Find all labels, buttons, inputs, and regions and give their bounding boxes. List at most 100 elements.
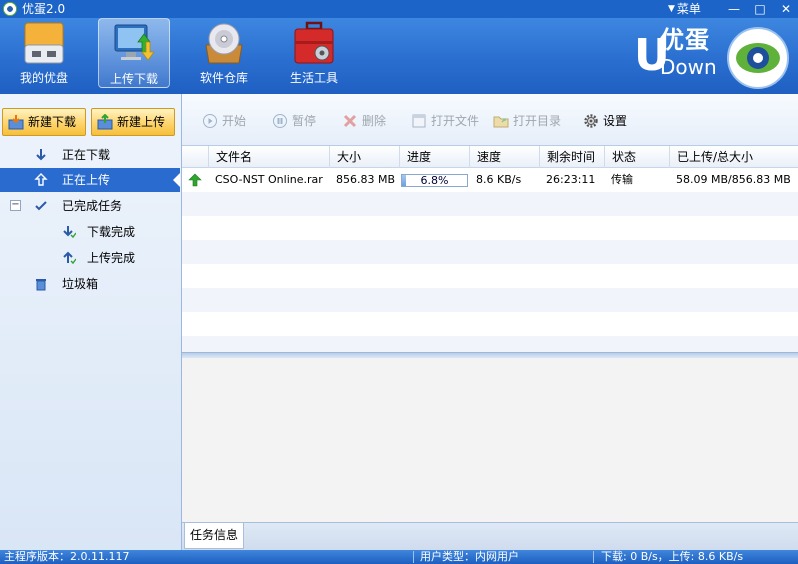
table-header: 文件名 大小 进度 速度 剩余时间 状态 已上传/总大小 — [182, 146, 798, 168]
window-title: 优蛋2.0 — [22, 2, 66, 16]
brand-eye-icon — [727, 27, 789, 89]
task-detail-panel — [182, 358, 798, 522]
nav-label: 我的优盘 — [19, 71, 68, 85]
sidebar-item-downloading[interactable]: 正在下载 — [0, 143, 180, 167]
sidebar-item-label: 已完成任务 — [62, 199, 123, 213]
cell-filename: CSO-NST Online.rar — [215, 173, 323, 186]
delete-label: 删除 — [362, 114, 387, 128]
column-header-status[interactable]: 状态 — [604, 146, 669, 168]
progress-bar: 6.8% — [401, 174, 468, 187]
sidebar-item-label: 上传完成 — [87, 251, 136, 265]
play-icon — [203, 114, 217, 128]
new-upload-label: 新建上传 — [117, 115, 166, 129]
task-table: 文件名 大小 进度 速度 剩余时间 状态 已上传/总大小 CSO-NST Onl… — [182, 146, 798, 352]
column-header-progress[interactable]: 进度 — [399, 146, 469, 168]
open-directory-button[interactable]: 打开目录 — [493, 112, 561, 130]
start-label: 开始 — [222, 114, 247, 128]
new-upload-button[interactable]: 新建上传 — [91, 108, 175, 136]
delete-button[interactable]: 删除 — [342, 112, 386, 130]
status-bar: 主程序版本：2.0.11.117 用户类型：内网用户 下载: 0 B/s，上传:… — [0, 550, 798, 564]
maximize-button[interactable]: □ — [752, 1, 768, 17]
settings-label: 设置 — [603, 114, 628, 128]
pause-label: 暂停 — [292, 114, 317, 128]
nav-software-store[interactable]: 软件仓库 — [188, 18, 260, 88]
empty-row — [182, 336, 798, 352]
status-speeds: 下载: 0 B/s，上传: 8.6 KB/s — [601, 550, 744, 563]
cell-status: 传输 — [611, 173, 633, 186]
arrow-up-icon — [34, 173, 48, 186]
sidebar-item-completed[interactable]: − 已完成任务 — [0, 194, 180, 218]
brand-name: 优蛋 — [660, 26, 710, 54]
toolbox-icon — [294, 21, 334, 64]
start-button[interactable]: 开始 — [202, 112, 246, 130]
empty-row — [182, 312, 798, 336]
download-done-icon — [63, 226, 76, 239]
file-icon — [412, 114, 426, 128]
bottom-tab-bar: 任务信息 — [182, 522, 798, 550]
tab-task-info[interactable]: 任务信息 — [184, 523, 244, 549]
main-nav-bar: 我的优盘 上传下载 软件仓库 生活工具 U 优蛋 Down — [0, 18, 798, 94]
column-header-speed[interactable]: 速度 — [469, 146, 539, 168]
brand-subtitle: Down — [660, 55, 717, 79]
title-bar: 优蛋2.0 ▼ 菜单 — □ ✕ — [0, 0, 798, 18]
status-version: 主程序版本：2.0.11.117 — [4, 550, 130, 563]
status-divider — [593, 551, 594, 563]
disc-box-icon — [205, 23, 243, 64]
close-button[interactable]: ✕ — [778, 1, 794, 17]
sidebar-item-trash[interactable]: 垃圾箱 — [0, 272, 180, 296]
pause-icon — [273, 114, 287, 128]
menu-chevron-icon: ▼ — [668, 4, 675, 14]
empty-row — [182, 192, 798, 216]
new-download-label: 新建下载 — [28, 115, 77, 129]
usb-disk-icon — [24, 22, 64, 64]
nav-my-disk[interactable]: 我的优盘 — [8, 18, 80, 88]
nav-label: 上传下载 — [109, 72, 158, 86]
left-sidebar: 新建下载 新建上传 正在下载 正在上传 − 已完成任务 下载完成 上传完成 垃圾… — [0, 94, 182, 550]
empty-row — [182, 288, 798, 312]
progress-text: 6.8% — [420, 174, 449, 187]
cell-size: 856.83 MB — [336, 173, 396, 186]
nav-label: 软件仓库 — [199, 71, 248, 85]
trash-icon — [36, 279, 46, 291]
cell-transferred: 58.09 MB/856.83 MB — [676, 173, 791, 186]
nav-upload-download[interactable]: 上传下载 — [98, 18, 170, 88]
check-icon — [35, 201, 47, 211]
open-file-button[interactable]: 打开文件 — [411, 112, 479, 130]
tree-collapse-toggle[interactable]: − — [10, 200, 21, 211]
monitor-transfer-icon — [114, 24, 155, 61]
empty-row — [182, 264, 798, 288]
delete-x-icon — [343, 114, 357, 128]
empty-row — [182, 216, 798, 240]
column-header-filename[interactable]: 文件名 — [208, 146, 329, 168]
menu-button[interactable]: 菜单 — [677, 1, 701, 17]
arrow-down-icon — [36, 149, 46, 161]
column-header-transferred[interactable]: 已上传/总大小 — [669, 146, 798, 168]
sidebar-item-uploading[interactable]: 正在上传 — [0, 168, 180, 192]
column-header-size[interactable]: 大小 — [329, 146, 399, 168]
table-row[interactable]: CSO-NST Online.rar 856.83 MB 6.8% 8.6 KB… — [182, 168, 798, 192]
status-user-type: 用户类型：内网用户 — [420, 550, 519, 563]
gear-icon — [584, 114, 598, 128]
sidebar-item-label: 正在上传 — [62, 173, 111, 187]
open-directory-label: 打开目录 — [513, 114, 562, 128]
nav-life-tools[interactable]: 生活工具 — [278, 18, 350, 88]
empty-row — [182, 240, 798, 264]
new-upload-icon — [97, 114, 113, 130]
sidebar-item-label: 下载完成 — [87, 225, 136, 239]
sidebar-item-upload-complete[interactable]: 上传完成 — [0, 246, 180, 270]
cell-speed: 8.6 KB/s — [476, 173, 522, 186]
app-logo-icon — [3, 2, 17, 16]
task-toolbar: 开始 暂停 删除 打开文件 打开目录 设置 — [182, 94, 798, 146]
folder-icon — [493, 116, 509, 128]
sidebar-item-download-complete[interactable]: 下载完成 — [0, 220, 180, 244]
new-download-icon — [8, 115, 24, 130]
column-header-remaining[interactable]: 剩余时间 — [539, 146, 604, 168]
minimize-button[interactable]: — — [726, 1, 742, 17]
nav-label: 生活工具 — [289, 71, 338, 85]
status-divider — [413, 551, 414, 563]
menu-area[interactable]: ▼ 菜单 — [668, 1, 701, 17]
pause-button[interactable]: 暂停 — [272, 112, 316, 130]
new-download-button[interactable]: 新建下载 — [2, 108, 86, 136]
upload-done-icon — [63, 251, 76, 265]
settings-button[interactable]: 设置 — [583, 112, 627, 130]
